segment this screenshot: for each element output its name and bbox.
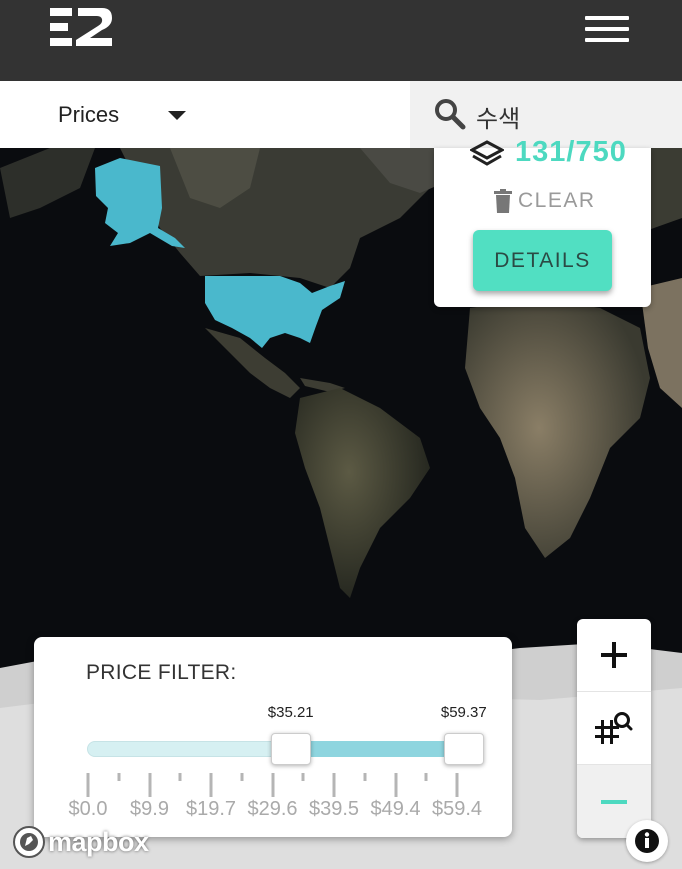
low-value-label: $35.21 bbox=[267, 704, 314, 721]
map-controls bbox=[577, 619, 651, 838]
slider-tick-label: $49.4 bbox=[370, 798, 421, 820]
chevron-down-icon bbox=[168, 111, 186, 120]
price-filter-panel: PRICE FILTER: $35.21 $59.37 $0.0 $9.9 $19.… bbox=[34, 637, 512, 837]
slider-tick-label: $0.0 bbox=[68, 798, 108, 820]
slider-major-tick bbox=[455, 773, 459, 797]
slider-major-tick bbox=[209, 773, 213, 797]
search-icon bbox=[435, 99, 466, 130]
layers-icon bbox=[470, 140, 504, 166]
slider-tick-label: $9.9 bbox=[130, 798, 169, 820]
trash-icon bbox=[494, 189, 512, 213]
app-root: Prices 수색 131/750 CLEAR DETAILS PRICE FI… bbox=[0, 0, 682, 869]
slider-minor-tick bbox=[424, 773, 428, 781]
selected-count: 131/750 bbox=[515, 136, 627, 168]
mapbox-mark-icon bbox=[13, 826, 45, 858]
slider-major-tick bbox=[271, 773, 274, 797]
slider-minor-tick bbox=[240, 773, 244, 781]
slider-major-tick bbox=[332, 773, 336, 797]
slider-tick-label: $29.6 bbox=[247, 798, 298, 820]
plus-icon bbox=[601, 642, 627, 668]
layer-info-panel: 131/750 CLEAR DETAILS bbox=[434, 136, 651, 307]
top-bar bbox=[0, 0, 682, 81]
zoom-in-button[interactable] bbox=[577, 619, 651, 692]
details-button[interactable]: DETAILS bbox=[473, 230, 612, 291]
slider-tick-label: $59.4 bbox=[431, 798, 483, 820]
slider-tick-label: $39.5 bbox=[308, 798, 360, 820]
mapbox-logo[interactable]: mapbox bbox=[12, 824, 149, 860]
hamburger-menu-icon[interactable] bbox=[585, 16, 629, 48]
info-icon bbox=[635, 829, 659, 853]
grid-search-icon bbox=[595, 712, 633, 744]
minus-icon bbox=[601, 799, 627, 804]
high-value-label: $59.37 bbox=[440, 704, 487, 721]
slider-minor-tick bbox=[117, 773, 121, 781]
clear-label: CLEAR bbox=[518, 189, 596, 212]
slider-low-handle[interactable] bbox=[270, 733, 311, 765]
layer-select-label: Prices bbox=[58, 102, 120, 127]
slider-major-tick bbox=[86, 773, 90, 797]
slider-tick-label: $19.7 bbox=[185, 798, 237, 820]
slider-major-tick bbox=[148, 773, 151, 797]
slider-minor-tick bbox=[363, 773, 367, 781]
slider-minor-tick bbox=[301, 773, 305, 781]
price-filter-title: PRICE FILTER: bbox=[86, 661, 237, 684]
attribution-info-button[interactable] bbox=[626, 820, 668, 862]
mapbox-label: mapbox bbox=[48, 826, 149, 857]
e2-logo[interactable] bbox=[50, 8, 114, 46]
search-placeholder: 수색 bbox=[476, 106, 521, 133]
layer-select-dropdown[interactable]: Prices bbox=[0, 81, 410, 148]
slider-minor-tick bbox=[178, 773, 182, 781]
area-search-button[interactable] bbox=[577, 692, 651, 765]
slider-high-handle[interactable] bbox=[443, 733, 484, 765]
slider-major-tick bbox=[394, 773, 397, 797]
slider-range-fill bbox=[290, 741, 464, 757]
clear-button[interactable]: CLEAR bbox=[494, 188, 596, 214]
